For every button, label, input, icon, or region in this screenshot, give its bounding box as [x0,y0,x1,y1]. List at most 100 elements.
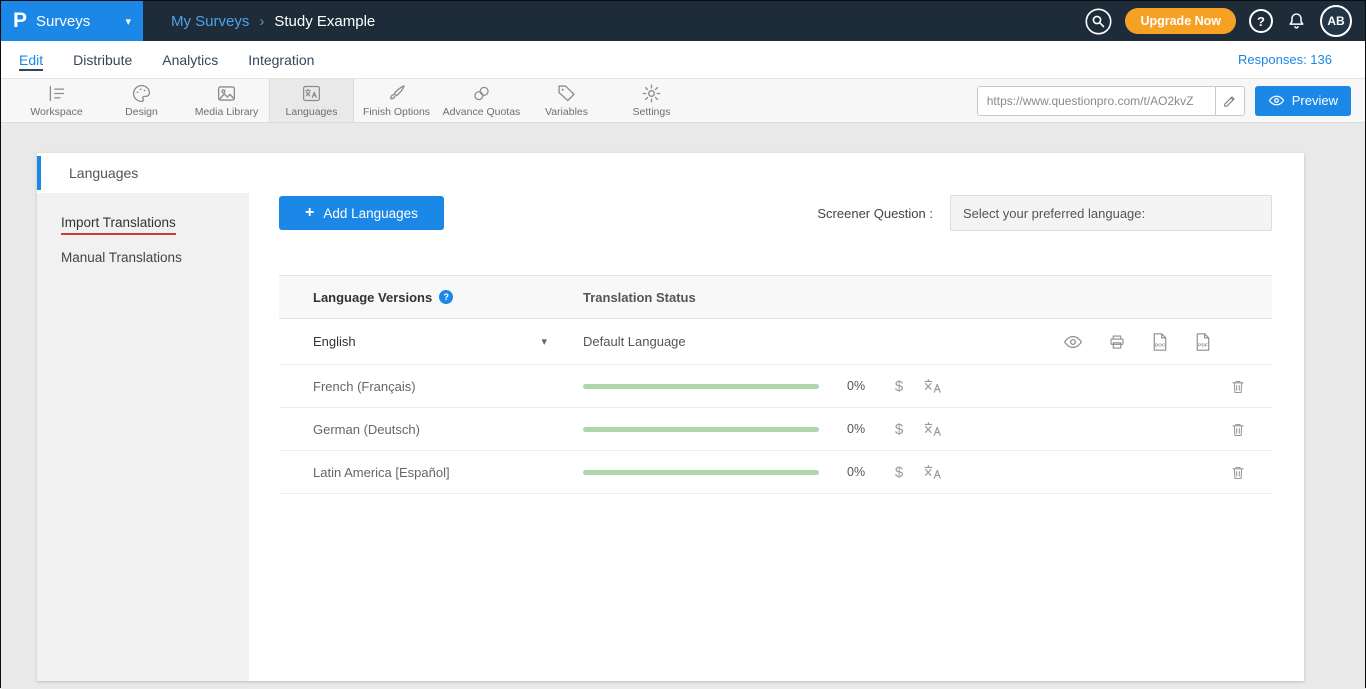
translation-percent: 0% [847,422,877,436]
svg-text:DOC: DOC [1155,342,1166,348]
toolbar-item-label: Workspace [30,106,82,118]
translation-progress-bar [583,470,819,475]
palette-icon [131,83,152,104]
paid-translation-icon[interactable]: $ [889,464,909,481]
language-name: German (Deutsch) [279,422,583,437]
default-language-name: English [313,334,356,349]
add-languages-label: Add Languages [323,206,418,221]
language-versions-label: Language Versions [313,290,432,305]
section-nav: Edit Distribute Analytics Integration Re… [1,41,1365,79]
sidebar-menu: Import Translations Manual Translations [37,193,249,681]
toolbar-item-advance-quotas[interactable]: Advance Quotas [439,79,524,122]
search-icon[interactable] [1085,8,1112,35]
sidebar-item-label: Manual Translations [61,250,182,265]
chevron-down-icon: ▾ [125,15,131,28]
print-icon[interactable] [1108,333,1126,351]
gear-icon [641,83,662,104]
translation-progress-bar [583,384,819,389]
workspace-icon [46,83,67,104]
app-window: P Surveys ▾ My Surveys › Study Example U… [0,0,1366,688]
svg-text:PDF: PDF [1198,342,1208,348]
panel-title: Languages [37,153,249,193]
tab-distribute[interactable]: Distribute [73,41,132,78]
export-doc-icon[interactable]: DOC [1151,332,1169,352]
column-header-translation-status: Translation Status [583,290,1272,305]
translation-percent: 0% [847,465,877,479]
product-switcher-label: Surveys [36,13,90,30]
tab-integration[interactable]: Integration [248,41,314,78]
table-row-spanish: Latin America [Español] 0% $ [279,451,1272,494]
content-area: Languages Import Translations Manual Tra… [1,123,1365,689]
table-row-german: German (Deutsch) 0% $ [279,408,1272,451]
questionpro-logo-icon: P [13,9,27,33]
translation-progress-bar [583,427,819,432]
sidebar-item-manual-translations[interactable]: Manual Translations [37,240,249,275]
paid-translation-icon[interactable]: $ [889,378,909,395]
breadcrumb: My Surveys › Study Example [171,13,375,30]
toolbar-item-languages[interactable]: Languages [269,79,354,122]
image-icon [216,83,237,104]
plus-icon: + [305,204,314,222]
preview-button[interactable]: Preview [1255,86,1351,116]
toolbar-item-label: Variables [545,106,588,118]
languages-table: Language Versions ? Translation Status E… [279,275,1272,494]
edit-url-pencil-icon[interactable] [1215,87,1244,115]
toolbar-item-workspace[interactable]: Workspace [14,79,99,122]
responses-count-link[interactable]: Responses: 136 [1238,52,1365,67]
translation-percent: 0% [847,379,877,393]
toolbar-item-label: Languages [286,106,338,118]
edit-toolbar: Workspace Design Media Li [1,79,1365,123]
auto-translate-icon[interactable] [923,420,943,438]
toolbar-item-finish-options[interactable]: Finish Options [354,79,439,122]
default-language-actions: DOC PDF [1063,332,1212,352]
tag-icon [556,83,577,104]
topbar-actions: Upgrade Now ? AB [1085,5,1365,37]
survey-url-input[interactable] [978,87,1215,115]
default-language-status: Default Language [583,334,1063,349]
topbar: P Surveys ▾ My Surveys › Study Example U… [1,1,1365,41]
export-pdf-icon[interactable]: PDF [1194,332,1212,352]
table-row-default-language: English ▾ Default Language [279,319,1272,365]
sidebar-item-import-translations[interactable]: Import Translations [37,205,249,240]
toolbar-item-label: Settings [633,106,671,118]
preview-label: Preview [1292,93,1338,108]
translate-box-icon [301,83,322,104]
toolbar-item-variables[interactable]: Variables [524,79,609,122]
languages-sidebar: Languages Import Translations Manual Tra… [37,153,249,681]
notifications-bell-icon[interactable] [1286,11,1307,32]
toolbar-item-label: Finish Options [363,106,430,118]
toolbar-item-settings[interactable]: Settings [609,79,694,122]
tab-edit[interactable]: Edit [19,41,43,78]
product-switcher[interactable]: P Surveys ▾ [1,1,143,41]
toolbar-item-media-library[interactable]: Media Library [184,79,269,122]
help-icon[interactable]: ? [1249,9,1273,33]
auto-translate-icon[interactable] [923,463,943,481]
view-eye-icon[interactable] [1063,332,1083,352]
toolbar-right: Preview [977,79,1365,122]
sidebar-item-label: Import Translations [61,215,176,235]
upgrade-now-button[interactable]: Upgrade Now [1125,8,1236,34]
breadcrumb-separator-icon: › [259,13,264,30]
breadcrumb-my-surveys[interactable]: My Surveys [171,13,249,30]
screener-question-select[interactable]: Select your preferred language: [950,195,1272,231]
eye-icon [1268,92,1285,109]
paid-translation-icon[interactable]: $ [889,421,909,438]
add-languages-button[interactable]: + Add Languages [279,196,444,230]
table-row-french: French (Français) 0% $ [279,365,1272,408]
languages-panel: Languages Import Translations Manual Tra… [37,153,1304,681]
toolbar-item-design[interactable]: Design [99,79,184,122]
screener-question-group: Screener Question : Select your preferre… [817,195,1272,231]
language-name: Latin America [Español] [279,465,583,480]
help-tooltip-icon[interactable]: ? [439,290,453,304]
chevron-down-icon[interactable]: ▾ [541,335,547,348]
breadcrumb-current: Study Example [274,13,375,30]
user-avatar[interactable]: AB [1320,5,1352,37]
auto-translate-icon[interactable] [923,377,943,395]
linked-rings-icon [471,83,492,104]
delete-trash-icon[interactable] [1230,378,1246,395]
screener-question-label: Screener Question : [817,206,933,221]
delete-trash-icon[interactable] [1230,464,1246,481]
toolbar-item-label: Design [125,106,158,118]
delete-trash-icon[interactable] [1230,421,1246,438]
tab-analytics[interactable]: Analytics [162,41,218,78]
